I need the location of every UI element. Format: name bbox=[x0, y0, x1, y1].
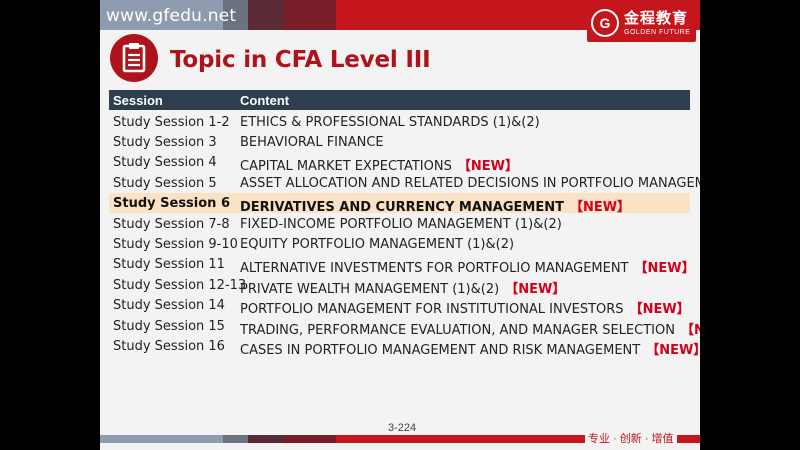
content-cell: ALTERNATIVE INVESTMENTS FOR PORTFOLIO MA… bbox=[240, 257, 695, 276]
content-text: FIXED-INCOME PORTFOLIO MANAGEMENT (1)&(2… bbox=[240, 216, 562, 232]
company-logo: G 金程教育 GOLDEN FUTURE bbox=[587, 4, 696, 42]
content-cell: TRADING, PERFORMANCE EVALUATION, AND MAN… bbox=[240, 319, 700, 338]
session-cell: Study Session 6 bbox=[113, 196, 231, 212]
logo-chinese-name: 金程教育 bbox=[624, 9, 689, 27]
table-row: Study Session 9-10 EQUITY PORTFOLIO MANAG… bbox=[109, 234, 690, 254]
table-row: Study Session 5 ASSET ALLOCATION AND RELA… bbox=[109, 173, 700, 193]
new-badge: 【NEW】 bbox=[646, 342, 700, 358]
content-text: CASES IN PORTFOLIO MANAGEMENT AND RISK M… bbox=[240, 342, 641, 358]
session-cell: Study Session 16 bbox=[113, 338, 225, 354]
content-cell: PRIVATE WEALTH MANAGEMENT (1)&(2) 【NEW】 bbox=[240, 278, 565, 297]
table-row: Study Session 14 PORTFOLIO MANAGEMENT FOR… bbox=[109, 295, 690, 317]
session-cell: Study Session 7-8 bbox=[113, 216, 230, 232]
content-cell: PORTFOLIO MANAGEMENT FOR INSTITUTIONAL I… bbox=[240, 298, 690, 317]
header-content: Content bbox=[240, 93, 290, 108]
table-row: Study Session 15 TRADING, PERFORMANCE EVA… bbox=[109, 316, 700, 338]
content-text: ASSET ALLOCATION AND RELATED DECISIONS I… bbox=[240, 175, 700, 191]
page-number: 3-224 bbox=[388, 422, 417, 434]
table-row: Study Session 4 CAPITAL MARKET EXPECTATIO… bbox=[109, 152, 690, 174]
content-cell: EQUITY PORTFOLIO MANAGEMENT (1)&(2) bbox=[240, 237, 514, 252]
table-row: Study Session 12-13 PRIVATE WEALTH MANAGE… bbox=[109, 275, 690, 297]
session-cell: Study Session 9-10 bbox=[113, 236, 238, 252]
session-cell: Study Session 1-2 bbox=[113, 114, 230, 130]
table-row: Study Session 11 ALTERNATIVE INVESTMENTS … bbox=[109, 254, 695, 276]
website-url: www.gfedu.net bbox=[106, 6, 237, 26]
session-cell: Study Session 12-13 bbox=[113, 277, 247, 293]
logo-emblem-icon: G bbox=[591, 9, 619, 37]
table-row: Study Session 1-2 ETHICS & PROFESSIONAL S… bbox=[109, 112, 690, 132]
session-cell: Study Session 5 bbox=[113, 175, 217, 191]
content-cell: FIXED-INCOME PORTFOLIO MANAGEMENT (1)&(2… bbox=[240, 217, 562, 232]
content-cell: CAPITAL MARKET EXPECTATIONS 【NEW】 bbox=[240, 155, 518, 174]
session-cell: Study Session 15 bbox=[113, 318, 225, 334]
content-cell: CASES IN PORTFOLIO MANAGEMENT AND RISK M… bbox=[240, 339, 700, 358]
table-row: Study Session 3 BEHAVIORAL FINANCE bbox=[109, 132, 690, 152]
logo-english-name: GOLDEN FUTURE bbox=[624, 28, 691, 36]
content-cell: ASSET ALLOCATION AND RELATED DECISIONS I… bbox=[240, 176, 700, 191]
content-text: BEHAVIORAL FINANCE bbox=[240, 134, 384, 150]
slogan: 专业 · 创新 · 增值 bbox=[585, 430, 677, 446]
content-text: EQUITY PORTFOLIO MANAGEMENT (1)&(2) bbox=[240, 236, 515, 252]
clipboard-icon bbox=[110, 34, 158, 82]
session-cell: Study Session 4 bbox=[113, 155, 217, 171]
table-row: Study Session 16 CASES IN PORTFOLIO MANAG… bbox=[109, 336, 700, 358]
content-text: ETHICS & PROFESSIONAL STANDARDS (1)&(2) bbox=[240, 114, 540, 130]
session-cell: Study Session 3 bbox=[113, 134, 217, 150]
session-cell: Study Session 11 bbox=[113, 257, 225, 273]
table-header: Session Content bbox=[109, 90, 690, 110]
content-cell: DERIVATIVES AND CURRENCY MANAGEMENT 【NEW】 bbox=[240, 196, 630, 215]
table-row: Study Session 7-8 FIXED-INCOME PORTFOLIO … bbox=[109, 214, 690, 234]
slide-title: Topic in CFA Level III bbox=[170, 47, 431, 73]
table-row: Study Session 6 DERIVATIVES AND CURRENCY … bbox=[109, 193, 690, 215]
slide: www.gfedu.net G 金程教育 GOLDEN FUTURE Topic… bbox=[100, 0, 700, 450]
content-cell: ETHICS & PROFESSIONAL STANDARDS (1)&(2) bbox=[240, 115, 540, 130]
header-session: Session bbox=[113, 93, 163, 108]
session-cell: Study Session 14 bbox=[113, 298, 225, 314]
content-cell: BEHAVIORAL FINANCE bbox=[240, 135, 384, 150]
